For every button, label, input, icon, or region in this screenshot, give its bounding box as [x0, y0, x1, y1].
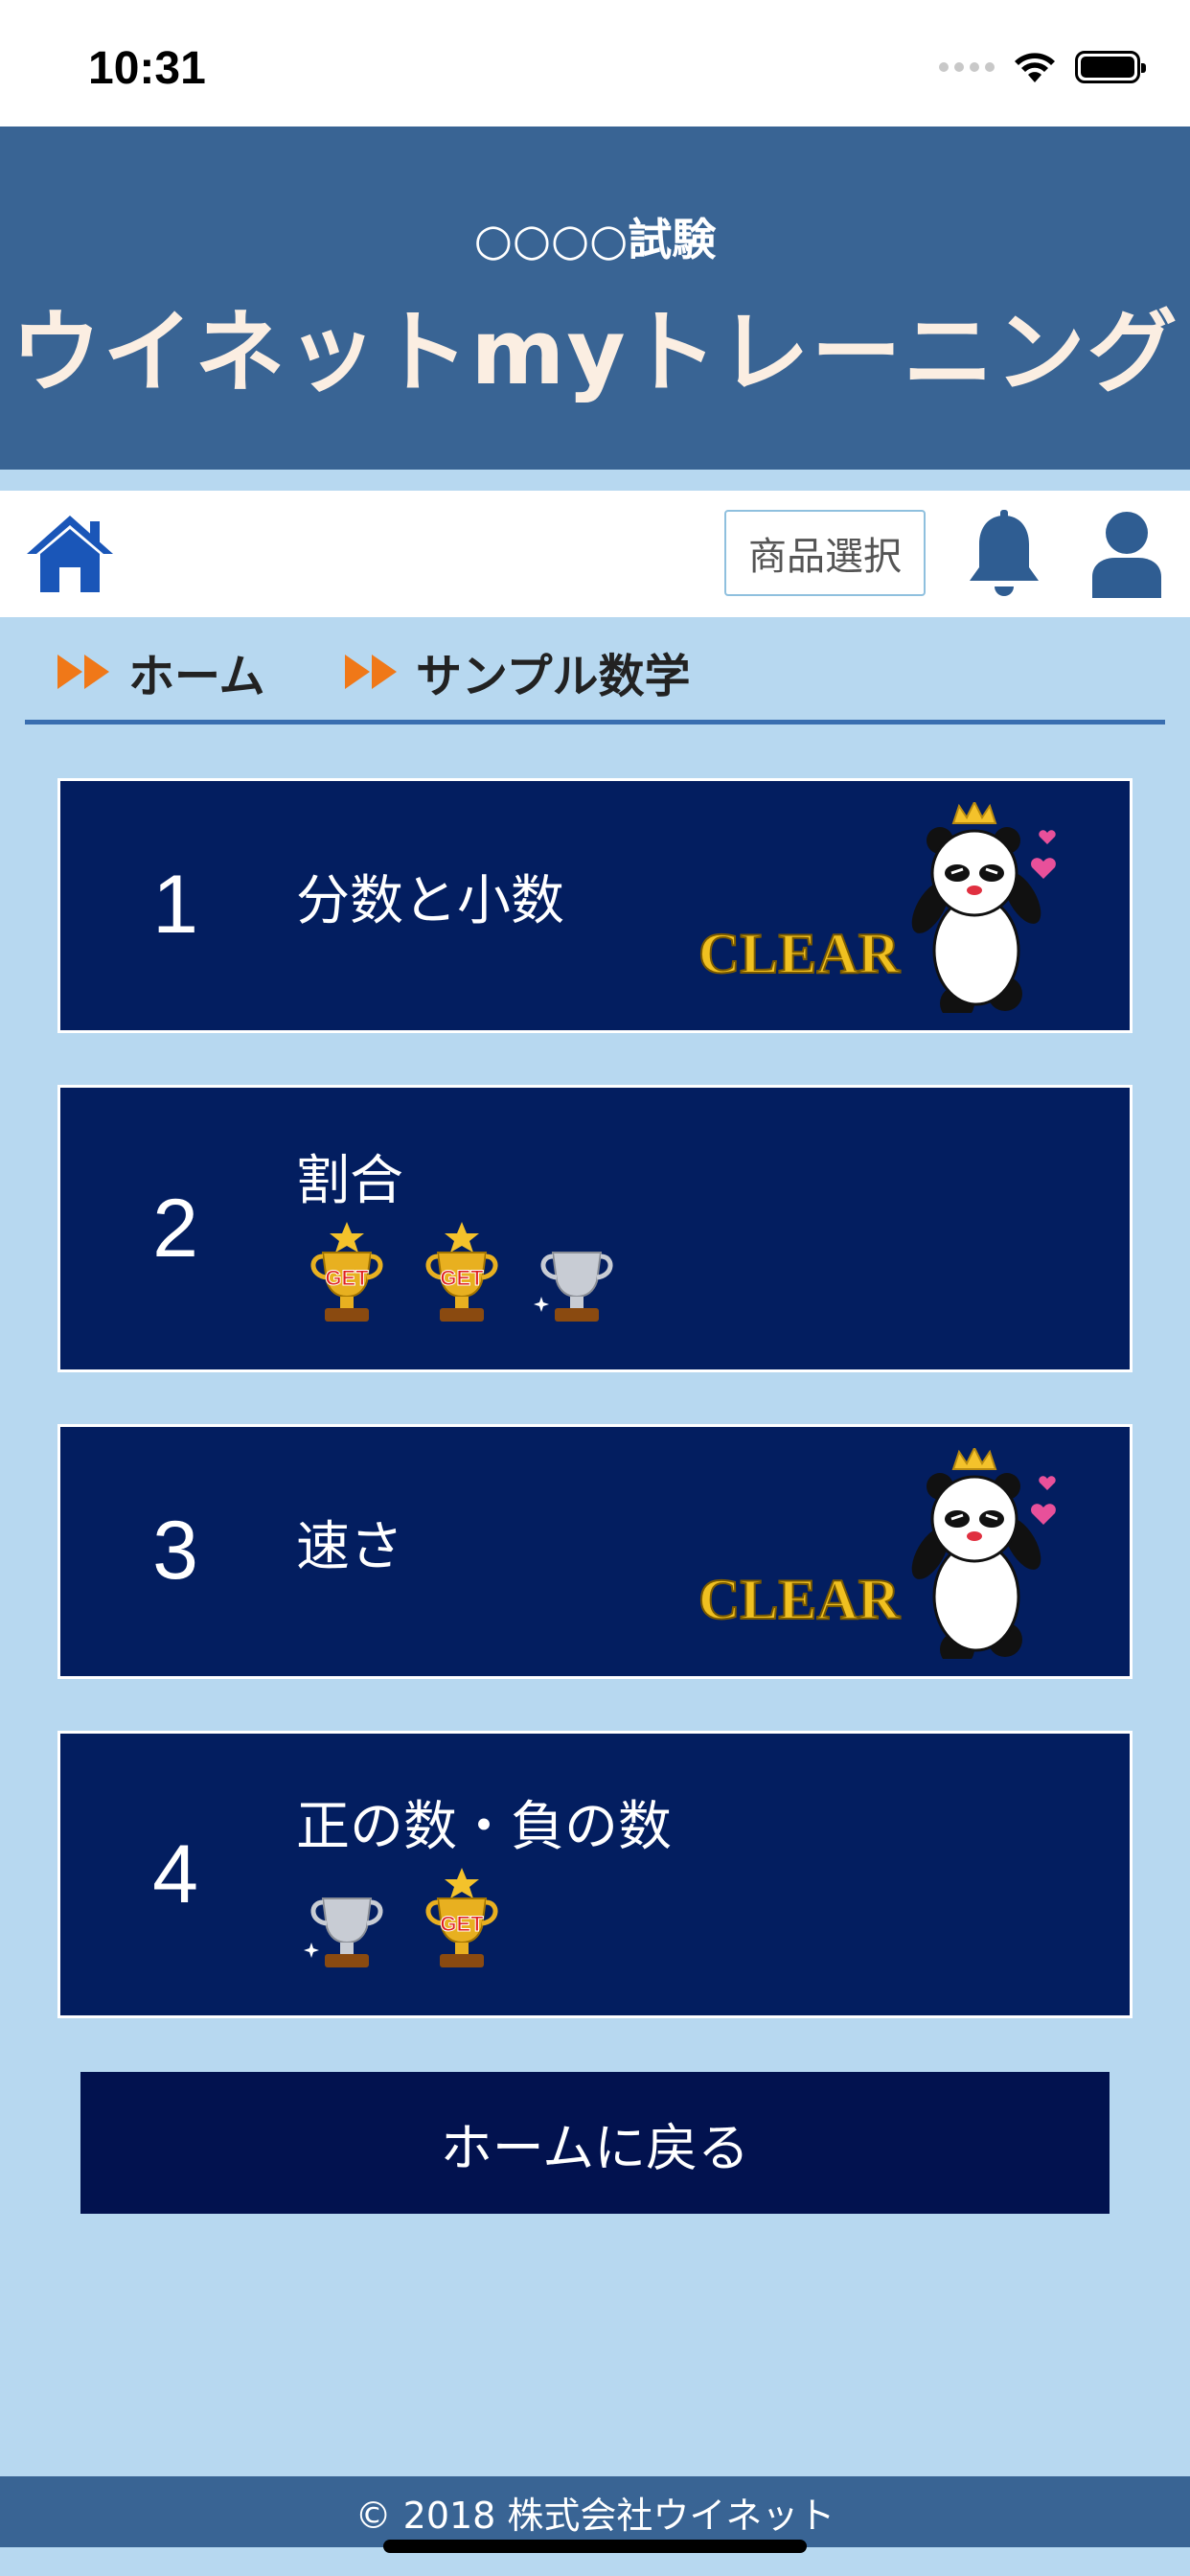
status-bar: 10:31	[0, 0, 1190, 126]
heart-icons	[1031, 1476, 1056, 1525]
gold-trophy-icon: GET	[411, 1220, 513, 1325]
trophy-label: GET	[440, 1266, 484, 1290]
lesson-number: 4	[152, 1828, 198, 1920]
panda-icon	[911, 799, 1041, 1021]
lesson-card-3[interactable]: 3 速さ CLEAR	[57, 1424, 1133, 1679]
silver-trophy-icon	[296, 1866, 398, 1971]
bell-icon[interactable]	[966, 510, 1042, 600]
app-header: ○○○○試験 ウイネットmyトレーニング	[0, 126, 1190, 470]
footer: © 2018 株式会社ウイネット	[0, 2476, 1190, 2547]
wifi-icon	[1015, 53, 1055, 82]
home-icon[interactable]	[23, 512, 117, 596]
breadcrumb-label: ホーム	[128, 650, 265, 703]
lesson-title: 分数と小数	[296, 870, 564, 932]
copyright-text: © 2018 株式会社ウイネット	[355, 2494, 835, 2537]
double-arrow-icon	[345, 655, 397, 689]
gold-trophy-icon: GET	[411, 1866, 513, 1971]
gold-trophy-icon: GET	[296, 1220, 398, 1325]
product-select-button[interactable]: 商品選択	[724, 510, 926, 596]
lesson-title: 割合	[296, 1150, 403, 1212]
lesson-card-2[interactable]: 2 割合 GET GET	[57, 1085, 1133, 1372]
lesson-card-4[interactable]: 4 正の数・負の数 GET	[57, 1731, 1133, 2018]
breadcrumb-item-sample-math[interactable]: サンプル数学	[343, 638, 691, 705]
lesson-card-1[interactable]: 1 分数と小数 CLEAR	[57, 778, 1133, 1033]
double-arrow-icon	[57, 655, 109, 689]
panda-icon	[911, 1445, 1041, 1667]
home-indicator[interactable]	[383, 2540, 807, 2553]
trophy-label: GET	[440, 1912, 484, 1936]
lesson-number: 3	[152, 1505, 198, 1597]
breadcrumb-label: サンプル数学	[416, 650, 691, 703]
clear-panda-badge: CLEAR	[698, 799, 1063, 1021]
clear-badge-label: CLEAR	[698, 1568, 901, 1631]
cellular-signal-icon	[939, 62, 995, 72]
user-icon[interactable]	[1088, 510, 1165, 598]
trophy-row: GET GET	[296, 1220, 628, 1325]
nav-bar: 商品選択	[0, 491, 1190, 617]
lesson-title: 速さ	[296, 1516, 403, 1578]
status-time: 10:31	[88, 43, 206, 94]
clear-panda-badge: CLEAR	[698, 1445, 1063, 1667]
lesson-number: 1	[152, 859, 198, 951]
silver-trophy-icon	[526, 1220, 628, 1325]
status-icons	[939, 48, 1146, 86]
exam-name: ○○○○試験	[473, 214, 717, 265]
battery-icon	[1075, 51, 1146, 83]
heart-icons	[1031, 830, 1056, 879]
lesson-title: 正の数・負の数	[296, 1796, 672, 1858]
breadcrumb: ホーム サンプル数学	[25, 617, 1165, 724]
trophy-row: GET	[296, 1866, 513, 1971]
back-to-home-button[interactable]: ホームに戻る	[80, 2072, 1110, 2214]
clear-badge-label: CLEAR	[698, 922, 901, 985]
breadcrumb-item-home[interactable]: ホーム	[56, 638, 265, 705]
app-title: ウイネットmyトレーニング	[11, 301, 1179, 405]
trophy-label: GET	[325, 1266, 369, 1290]
lesson-number: 2	[152, 1183, 198, 1275]
